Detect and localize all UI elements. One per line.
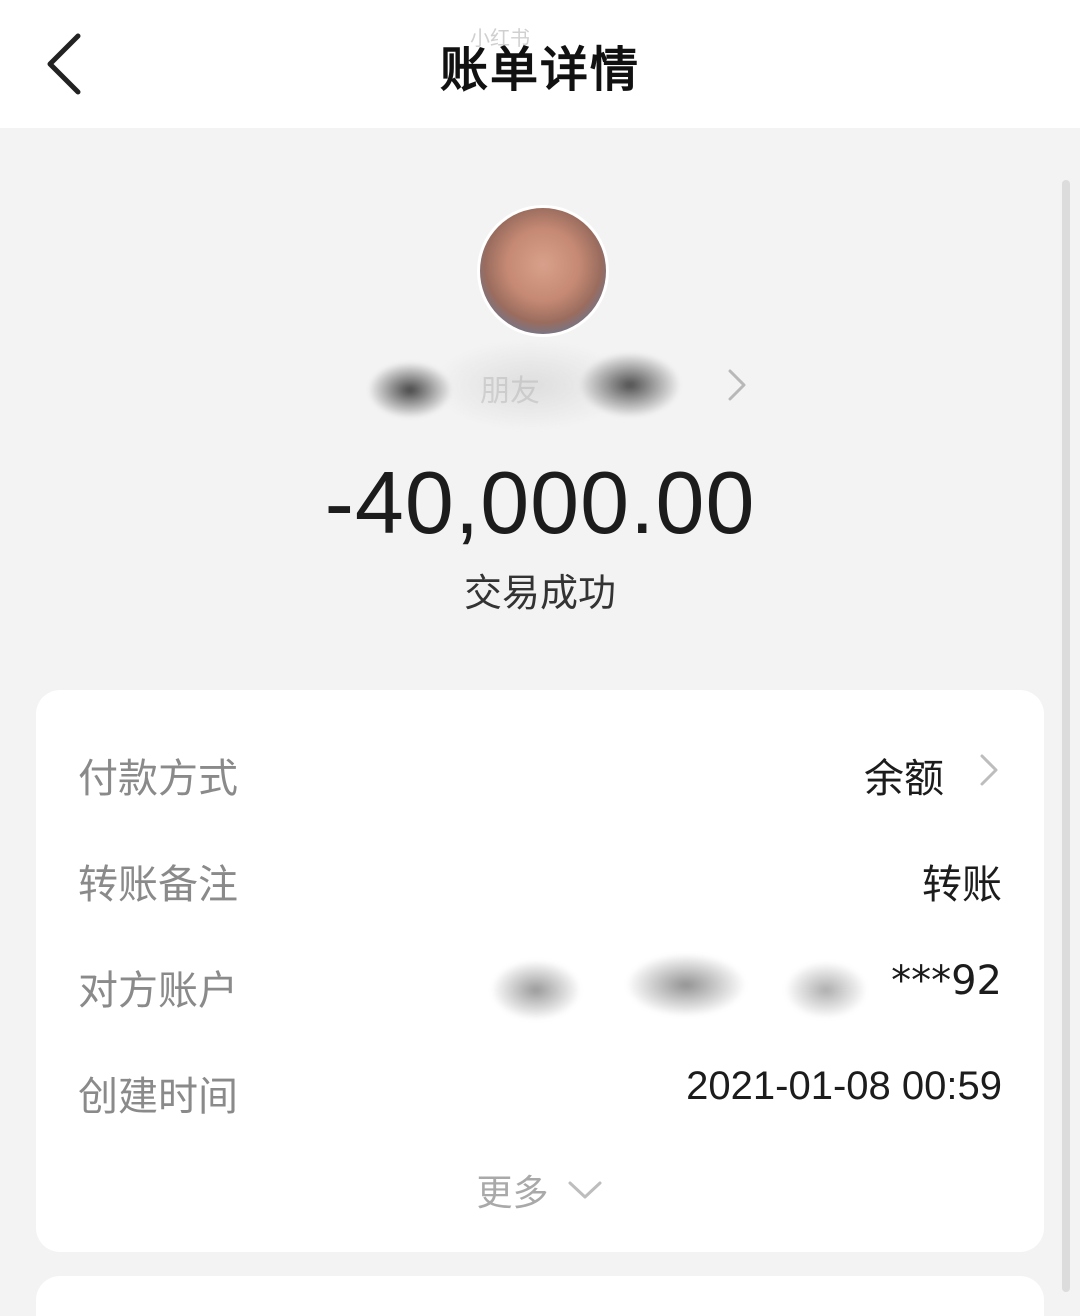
remark-value: 转账	[922, 862, 1002, 908]
counterparty-account-row: 对方账户 ***92	[36, 940, 1044, 1040]
watermark-logo: 小红书	[470, 26, 530, 50]
remark-row: 转账备注 转账	[36, 834, 1044, 914]
top-nav-bar: 账单详情 小红书	[0, 0, 1080, 128]
counterparty-account-value: ***92	[891, 958, 1002, 1004]
created-time-label: 创建时间	[78, 1074, 238, 1120]
more-button[interactable]: 更多	[36, 1164, 1044, 1216]
chevron-down-icon	[568, 1181, 602, 1199]
payment-method-value: 余额	[864, 756, 944, 802]
account-redaction	[476, 940, 866, 1040]
scrollbar[interactable]	[1062, 180, 1070, 1292]
created-time-value: 2021-01-08 00:59	[686, 1064, 1002, 1108]
remark-label: 转账备注	[78, 862, 238, 908]
transaction-amount: -40,000.00	[324, 453, 756, 552]
payee-name-row[interactable]: 朋友	[350, 330, 760, 440]
created-time-row: 创建时间 2021-01-08 00:59	[36, 1046, 1044, 1126]
chevron-right-icon	[980, 754, 998, 786]
payment-method-label: 付款方式	[78, 756, 238, 802]
payment-method-row[interactable]: 付款方式 余额	[36, 728, 1044, 808]
transaction-status: 交易成功	[463, 571, 616, 615]
next-card-partial	[36, 1276, 1044, 1316]
chevron-right-icon	[728, 369, 746, 401]
more-label: 更多	[476, 1173, 549, 1214]
payee-name: 朋友	[480, 374, 540, 409]
page-title: 账单详情	[439, 42, 640, 98]
payee-avatar[interactable]	[480, 208, 606, 334]
details-card: 付款方式 余额 转账备注 转账 对方账户 ***92 创建时间 2021-01-…	[36, 690, 1044, 1252]
counterparty-account-label: 对方账户	[78, 968, 238, 1014]
